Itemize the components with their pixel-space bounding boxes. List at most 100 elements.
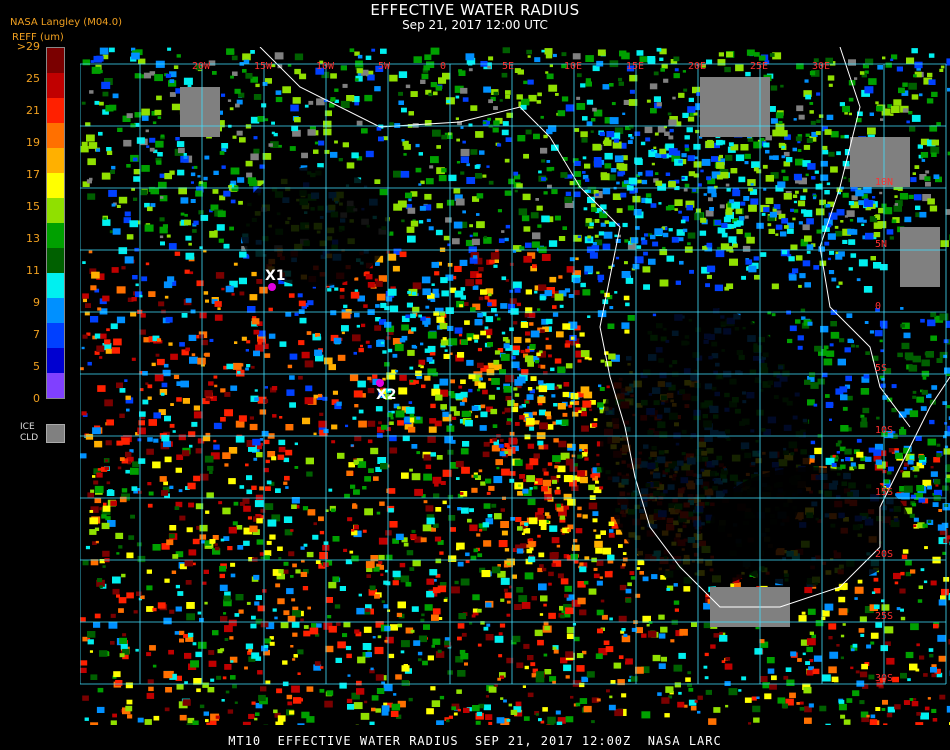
cloud-pixel — [472, 594, 480, 601]
cloud-pixel — [264, 555, 270, 560]
cloud-pixel — [550, 367, 555, 372]
legend-tick-label: 0 — [33, 392, 40, 405]
cloud-pixel — [644, 126, 653, 134]
cloud-pixel — [209, 230, 218, 238]
cloud-pixel — [145, 262, 150, 266]
cloud-pixel — [688, 97, 694, 102]
cloud-pixel — [203, 569, 209, 574]
legend-swatch — [47, 248, 64, 273]
source-label: NASA Langley (M04.0) — [10, 17, 122, 28]
cloud-pixel — [534, 420, 540, 425]
cloud-pixel — [883, 207, 893, 215]
cloud-pixel — [457, 623, 465, 629]
cloud-pixel — [431, 614, 439, 621]
cloud-pixel — [155, 140, 164, 148]
cloud-pixel — [460, 653, 469, 660]
cloud-pixel — [861, 223, 865, 226]
cloud-pixel — [501, 468, 510, 476]
cloud-pixel — [544, 669, 552, 675]
cloud-pixel — [936, 358, 943, 363]
cloud-pixel — [725, 154, 733, 161]
cloud-pixel — [920, 318, 925, 323]
cloud-pixel — [607, 323, 615, 329]
cloud-pixel — [576, 665, 585, 672]
cloud-pixel — [830, 331, 840, 339]
cloud-pixel — [223, 595, 231, 602]
cloud-pixel — [478, 382, 486, 389]
cloud-pixel — [806, 218, 814, 225]
cloud-pixel — [87, 639, 94, 645]
cloud-pixel — [514, 403, 519, 407]
cloud-pixel — [876, 105, 883, 112]
cloud-pixel — [362, 486, 367, 490]
cloud-pixel — [229, 636, 234, 640]
cloud-pixel — [531, 596, 537, 601]
cloud-pixel — [903, 332, 911, 339]
cloud-pixel — [544, 290, 552, 297]
cloud-pixel — [354, 404, 359, 408]
cloud-pixel — [459, 304, 463, 308]
cloud-pixel — [609, 617, 613, 621]
cloud-pixel — [477, 347, 482, 352]
cloud-pixel — [416, 416, 421, 420]
cloud-pixel — [325, 597, 333, 603]
cloud-pixel — [430, 403, 436, 409]
cloud-pixel — [840, 656, 844, 660]
cloud-pixel — [390, 417, 394, 420]
cloud-pixel — [335, 657, 342, 663]
cloud-pixel — [831, 277, 837, 282]
cloud-pixel — [860, 388, 870, 395]
cloud-pixel — [926, 98, 934, 104]
cloud-pixel — [870, 632, 879, 639]
cloud-pixel — [577, 470, 585, 477]
cloud-pixel — [205, 299, 209, 303]
cloud-pixel — [519, 405, 523, 409]
cloud-pixel — [905, 651, 914, 659]
cloud-pixel — [374, 86, 381, 92]
cloud-pixel — [855, 345, 859, 348]
cloud-pixel — [542, 707, 548, 712]
cloud-pixel — [925, 170, 930, 174]
cloud-pixel — [473, 232, 478, 237]
cloud-pixel — [131, 297, 137, 302]
cloud-pixel — [826, 114, 834, 120]
cloud-pixel — [809, 372, 816, 378]
cloud-pixel — [484, 295, 490, 300]
map-area[interactable]: 20W 15W 10W 5W 0 5E 10E 15E 20E 25E 30E 10N 5N 0 5S 10S… — [79, 46, 950, 730]
cloud-pixel — [374, 325, 382, 331]
cloud-pixel — [751, 161, 760, 168]
cloud-pixel — [604, 163, 612, 169]
cloud-pixel — [485, 634, 494, 641]
cloud-pixel — [94, 485, 104, 493]
cloud-pixel — [824, 603, 834, 611]
cloud-pixel — [540, 595, 548, 602]
cloud-pixel — [160, 392, 165, 396]
cloud-pixel — [899, 429, 907, 435]
cloud-pixel — [357, 54, 363, 59]
cloud-pixel — [268, 307, 273, 312]
cloud-pixel — [645, 170, 654, 177]
cloud-pixel — [343, 548, 348, 552]
cloud-pixel — [354, 629, 360, 634]
cloud-pixel — [880, 383, 886, 388]
cloud-pixel — [573, 191, 581, 198]
cloud-pixel — [543, 134, 548, 139]
cloud-pixel — [146, 585, 153, 591]
cloud-pixel — [637, 179, 642, 184]
cloud-pixel — [799, 707, 805, 711]
cloud-pixel — [775, 233, 779, 236]
cloud-pixel — [90, 722, 99, 729]
cloud-pixel — [553, 438, 559, 443]
cloud-pixel — [146, 652, 152, 657]
cloud-pixel — [907, 678, 911, 682]
cloud-pixel — [914, 61, 923, 69]
cloud-pixel — [514, 604, 522, 610]
cloud-pixel — [412, 559, 421, 567]
cloud-pixel — [89, 650, 93, 653]
cloud-pixel — [540, 115, 544, 119]
cloud-pixel — [474, 164, 480, 169]
cloud-pixel — [528, 94, 537, 102]
cloud-pixel — [341, 311, 351, 319]
cloud-pixel — [861, 417, 867, 422]
cloud-pixel — [549, 276, 557, 283]
